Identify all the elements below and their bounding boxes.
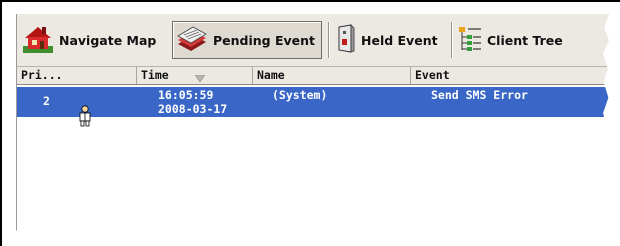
- frame-top-border: [0, 0, 620, 2]
- table-row[interactable]: 2 16:05:59 2008-03-17 (System) Send SMS …: [17, 87, 609, 127]
- column-header-time[interactable]: Time: [137, 67, 253, 84]
- sort-descending-icon: [194, 71, 206, 88]
- pending-event-label: Pending Event: [213, 32, 316, 48]
- navigate-map-button[interactable]: Navigate Map: [21, 21, 171, 59]
- column-header-event-label: Event: [415, 68, 450, 82]
- event-panel: Navigate Map Pending Event Held Event Cl…: [16, 14, 609, 234]
- client-tree-label: Client Tree: [487, 32, 563, 48]
- row-priority: 2: [43, 94, 50, 108]
- row-event: Send SMS Error: [431, 88, 528, 102]
- person-icon: [22, 91, 93, 144]
- column-header-priority-label: Pri...: [21, 68, 63, 82]
- column-header-event[interactable]: Event: [411, 67, 609, 84]
- stack-of-documents-icon: [175, 24, 209, 57]
- row-date: 2008-03-17: [158, 102, 228, 116]
- client-tree-button[interactable]: Client Tree: [457, 21, 587, 59]
- toolbar: Navigate Map Pending Event Held Event Cl…: [17, 14, 609, 67]
- toolbar-separator: [328, 22, 329, 58]
- column-header-name[interactable]: Name: [253, 67, 411, 84]
- list-header: Pri... Time Name Event: [17, 67, 609, 85]
- navigate-map-label: Navigate Map: [59, 32, 157, 48]
- column-header-priority[interactable]: Pri...: [17, 67, 137, 84]
- row-time: 16:05:59: [158, 88, 214, 102]
- held-event-label: Held Event: [361, 32, 438, 48]
- frame-left-border: [0, 0, 2, 246]
- held-event-button[interactable]: Held Event: [335, 21, 453, 59]
- event-list: Pri... Time Name Event 2 16:05:59 2008-0…: [17, 67, 609, 234]
- row-name: (System): [272, 88, 328, 102]
- toolbar-separator: [451, 22, 452, 58]
- tree-list-icon: [457, 24, 483, 57]
- pending-event-button[interactable]: Pending Event: [172, 21, 322, 59]
- column-header-name-label: Name: [257, 68, 285, 82]
- column-header-time-label: Time: [141, 68, 169, 82]
- house-icon: [21, 24, 55, 57]
- held-door-icon: [335, 23, 357, 57]
